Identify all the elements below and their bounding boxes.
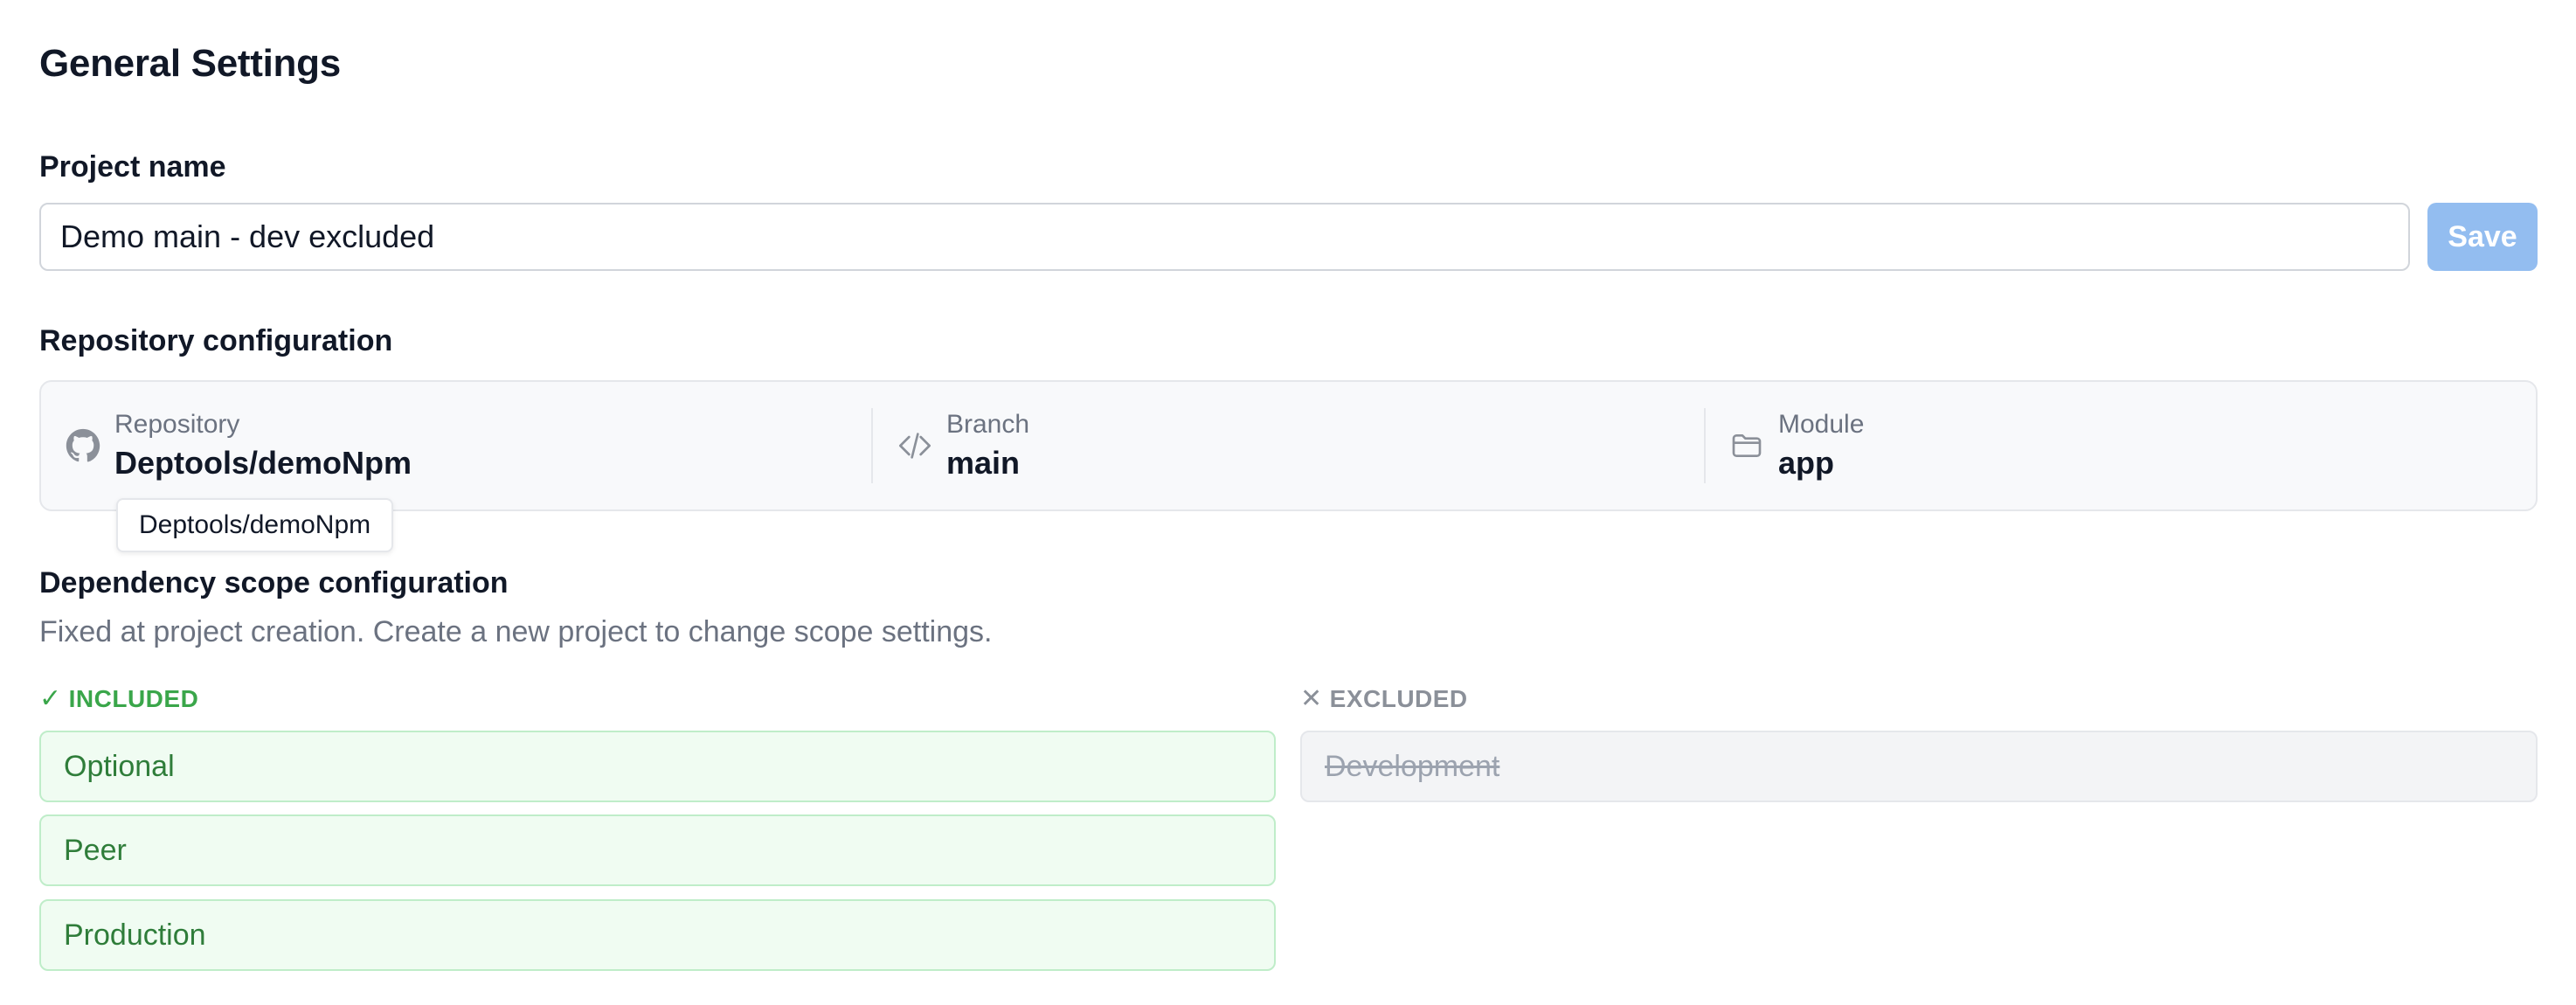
- branch-value: main: [946, 445, 1021, 481]
- repository-field: Repository Deptools/demoNpm: [64, 382, 412, 509]
- included-scope-item: Peer: [39, 814, 1276, 886]
- divider: [871, 408, 873, 483]
- repository-caption: Repository: [114, 410, 240, 439]
- repository-card: Repository Deptools/demoNpm Branch main: [39, 380, 2538, 511]
- project-name-label: Project name: [39, 150, 226, 184]
- included-scope-item: Production: [39, 899, 1276, 971]
- module-field: Module app: [1728, 382, 1864, 509]
- excluded-heading: ✕ EXCLUDED: [1300, 683, 1468, 714]
- included-heading: ✓ INCLUDED: [39, 683, 198, 714]
- page-title: General Settings: [39, 42, 341, 85]
- module-value: app: [1778, 445, 1835, 481]
- save-button[interactable]: Save: [2427, 203, 2538, 271]
- module-caption: Module: [1778, 410, 1865, 439]
- repository-config-label: Repository configuration: [39, 324, 393, 357]
- code-icon: [896, 426, 934, 465]
- excluded-scope-item: Development: [1300, 731, 2538, 802]
- scope-config-description: Fixed at project creation. Create a new …: [39, 615, 993, 648]
- github-icon: [64, 426, 102, 465]
- project-name-input[interactable]: [39, 203, 2410, 271]
- repository-value[interactable]: Deptools/demoNpm: [114, 445, 412, 482]
- divider: [1704, 408, 1706, 483]
- repository-tooltip: Deptools/demoNpm: [116, 498, 394, 552]
- folder-icon: [1728, 426, 1766, 465]
- branch-caption: Branch: [946, 410, 1030, 439]
- branch-field: Branch main: [896, 382, 1029, 509]
- settings-page: General Settings Project name Save Repos…: [0, 0, 2576, 1005]
- included-scope-item: Optional: [39, 731, 1276, 802]
- excluded-heading-label: EXCLUDED: [1329, 684, 1468, 712]
- scope-config-title: Dependency scope configuration: [39, 566, 509, 600]
- x-icon: ✕: [1300, 684, 1323, 713]
- included-heading-label: INCLUDED: [68, 684, 199, 712]
- check-icon: ✓: [39, 684, 62, 713]
